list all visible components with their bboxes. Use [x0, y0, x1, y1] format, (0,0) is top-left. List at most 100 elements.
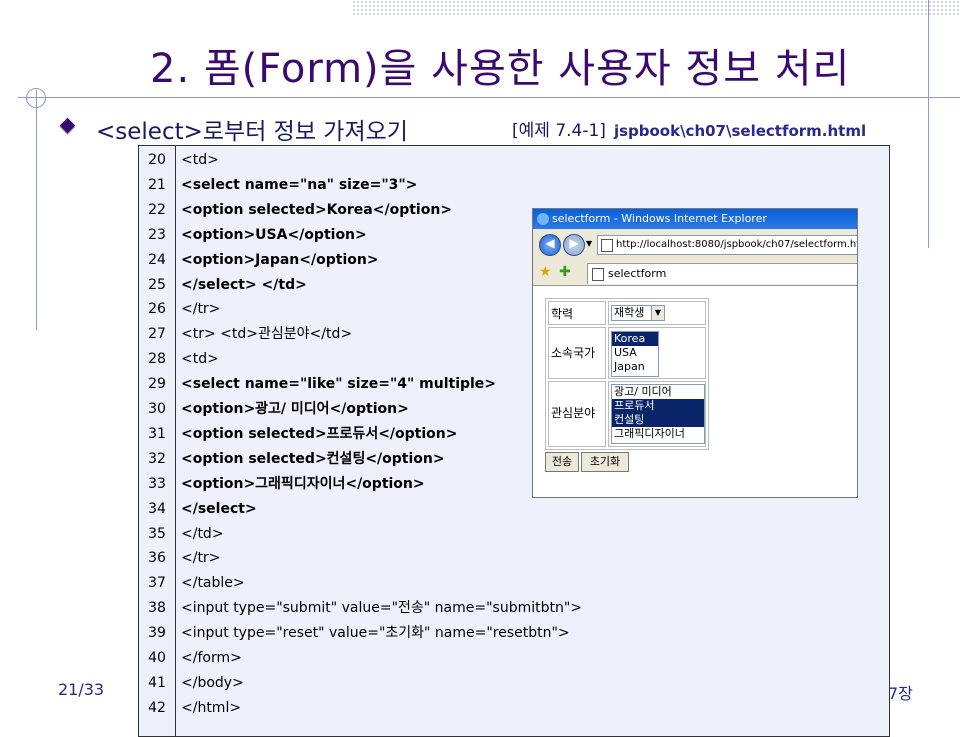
list-option[interactable]: 프로듀서 [612, 399, 704, 413]
line-number: 20 [148, 152, 166, 168]
country-label: 소속국가 [551, 346, 596, 360]
line-number: 29 [148, 376, 166, 393]
tab-label: selectform [608, 267, 667, 280]
code-line: <option selected>컨설팅</option> [181, 450, 445, 467]
grade-select[interactable]: 재학생 ▼ [611, 305, 665, 321]
favorites-star-icon[interactable]: ★ [539, 264, 552, 280]
line-number: 32 [148, 450, 166, 467]
code-line: </html> [181, 699, 242, 716]
line-number: 30 [148, 401, 166, 417]
forward-icon[interactable]: ▶ [563, 234, 585, 256]
code-line: <option>Japan</option> [181, 251, 379, 268]
line-number: 39 [148, 625, 166, 642]
line-number: 23 [148, 226, 166, 243]
list-option[interactable]: 광고/ 미디어 [612, 385, 704, 399]
code-line: <input type="reset" value="초기화" name="re… [181, 625, 570, 642]
code-line: <option selected>Korea</option> [181, 201, 453, 218]
line-number: 38 [148, 600, 166, 617]
code-line: </tr> [181, 301, 221, 318]
chevron-down-icon: ▼ [651, 306, 664, 320]
example-path: jspbook\ch07\selectform.html [613, 122, 867, 140]
code-line: </select> </td> [181, 276, 307, 293]
slide-title: 2. 폼(Form)을 사용한 사용자 정보 처리 [150, 46, 851, 92]
add-favorite-icon[interactable]: ✚ [559, 264, 571, 280]
code-line: <option>USA</option> [181, 226, 367, 243]
list-option[interactable]: USA [612, 346, 658, 360]
label-cell: 소속국가 [548, 327, 606, 379]
decorative-line [18, 97, 960, 98]
address-bar[interactable]: http://localhost:8080/jspbook/ch07/selec… [597, 235, 858, 255]
code-line: <tr> <td>관심분야</td> [181, 326, 353, 343]
line-number: 27 [148, 326, 166, 343]
back-icon[interactable]: ◀ [539, 234, 561, 256]
list-option[interactable]: 컨설팅 [612, 413, 704, 427]
code-line: <td> [181, 351, 219, 368]
ie-icon [537, 213, 549, 225]
label-cell: 관심분야 [548, 381, 606, 447]
value-cell: Korea USA Japan [608, 327, 706, 379]
list-option[interactable]: Korea [612, 332, 658, 346]
browser-window: selectform - Windows Internet Explorer ◀… [532, 208, 858, 498]
list-option[interactable]: 그래픽디자이너 [612, 427, 704, 441]
browser-address-row: ◀ ▶ ▼ http://localhost:8080/jspbook/ch07… [533, 231, 857, 261]
line-number: 33 [148, 475, 166, 492]
code-line: </body> [181, 674, 244, 691]
address-url: http://localhost:8080/jspbook/ch07/selec… [616, 239, 858, 250]
line-number: 21 [148, 176, 166, 193]
code-line: <input type="submit" value="전송" name="su… [181, 600, 583, 617]
line-number: 31 [148, 425, 166, 442]
code-line: <option selected>프로듀서</option> [181, 425, 458, 442]
country-listbox[interactable]: Korea USA Japan [611, 331, 659, 377]
line-number: 24 [148, 251, 166, 268]
code-line: <select name="na" size="3"> [181, 176, 418, 193]
code-line: <option>광고/ 미디어</option> [181, 401, 409, 417]
value-cell: 광고/ 미디어 프로듀서 컨설팅 그래픽디자이너 [608, 381, 706, 447]
line-number: 25 [148, 276, 166, 293]
code-line: </form> [181, 650, 242, 666]
browser-window-title: selectform - Windows Internet Explorer [552, 212, 767, 225]
label-cell: 학력 [548, 301, 606, 325]
decorative-line [36, 90, 37, 330]
code-line: </table> [181, 575, 245, 592]
browser-title-bar: selectform - Windows Internet Explorer [533, 209, 857, 229]
decorative-dot-pattern [352, 0, 960, 16]
line-number: 42 [148, 699, 166, 716]
code-line: <select name="like" size="4" multiple> [181, 376, 497, 393]
line-number: 40 [148, 650, 166, 666]
submit-button[interactable]: 전송 [545, 452, 579, 472]
line-number: 41 [148, 674, 166, 691]
chapter-label: 7장 [888, 684, 913, 703]
code-line: <option>그래픽디자이너</option> [181, 475, 425, 492]
code-line: </tr> [181, 550, 221, 567]
line-number: 22 [148, 201, 166, 218]
line-number: 35 [148, 525, 166, 542]
bullet-diamond-icon [59, 117, 76, 134]
chevron-down-icon[interactable]: ▼ [586, 239, 592, 248]
line-number: 34 [148, 500, 166, 517]
decorative-line [928, 0, 929, 248]
line-number: 36 [148, 550, 166, 567]
interest-label: 관심분야 [551, 406, 596, 420]
browser-page-content: 학력 재학생 ▼ 소속국가 Korea USA Japan 관심분야 광고/ 미디어… [533, 286, 857, 497]
bullet-text: <select>로부터 정보 가져오기 [96, 119, 408, 145]
line-number: 26 [148, 301, 166, 318]
page-icon [592, 268, 604, 281]
grade-select-value: 재학생 [614, 306, 645, 319]
grade-label: 학력 [551, 307, 574, 321]
example-reference: [예제 7.4-1] jspbook\ch07\selectform.html [512, 116, 866, 141]
code-line: </select> [181, 500, 257, 517]
reset-button[interactable]: 초기화 [581, 452, 629, 472]
example-label: [예제 7.4-1] [512, 121, 606, 141]
tab-selectform[interactable]: selectform [587, 263, 857, 284]
decorative-circle [26, 88, 46, 108]
value-cell: 재학생 ▼ [608, 301, 706, 325]
line-number: 37 [148, 575, 166, 592]
list-option[interactable]: Japan [612, 360, 658, 374]
code-line: </td> [181, 525, 224, 542]
page-number: 21/33 [58, 680, 105, 699]
browser-tab-row: ★ ✚ selectform [533, 261, 857, 286]
form-table: 학력 재학생 ▼ 소속국가 Korea USA Japan 관심분야 광고/ 미디어… [545, 298, 709, 450]
interest-listbox[interactable]: 광고/ 미디어 프로듀서 컨설팅 그래픽디자이너 [611, 384, 705, 444]
line-number: 28 [148, 351, 166, 368]
code-line: <td> [181, 152, 219, 168]
